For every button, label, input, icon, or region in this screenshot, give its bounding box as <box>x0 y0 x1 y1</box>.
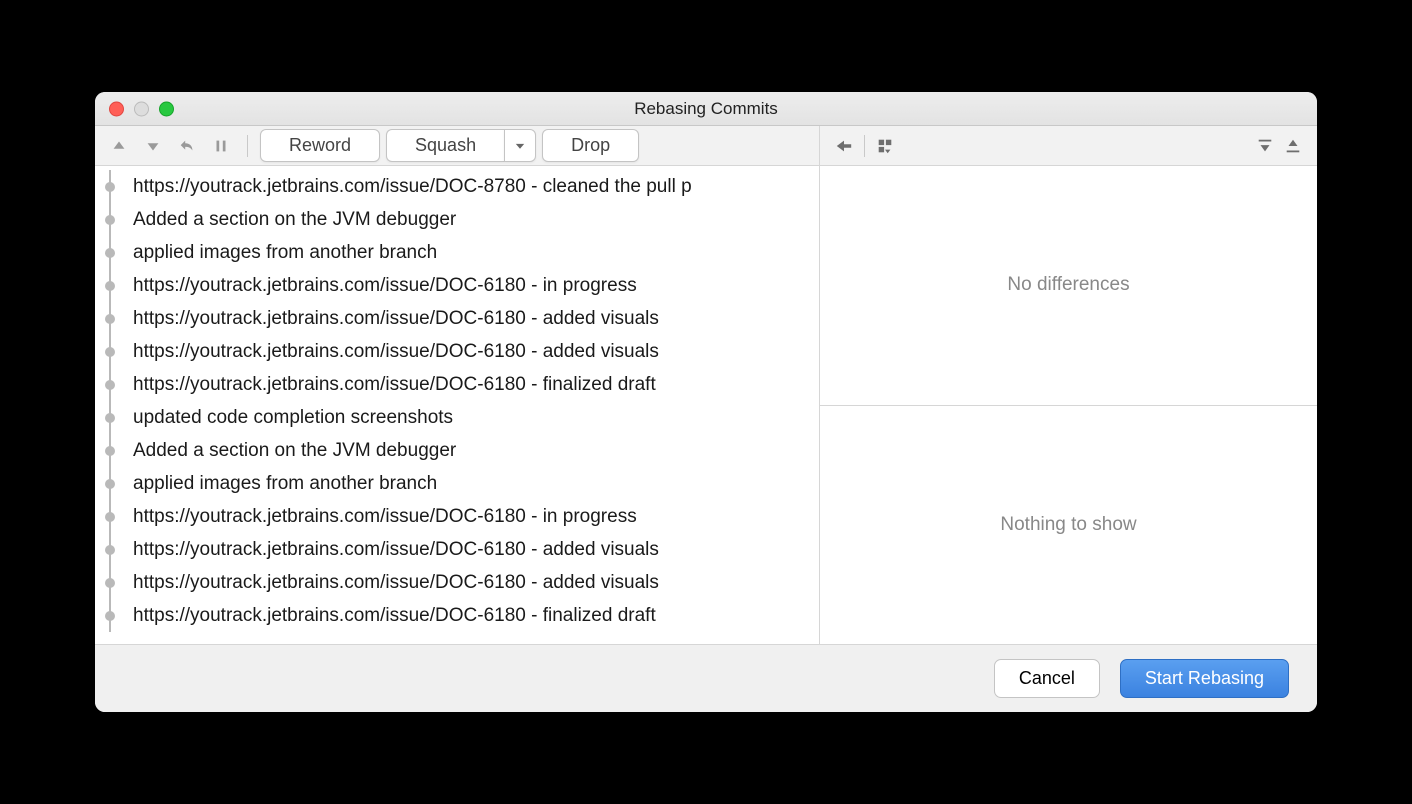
zoom-window-button[interactable] <box>159 101 174 116</box>
cancel-button[interactable]: Cancel <box>994 659 1100 698</box>
pause-icon[interactable] <box>207 132 235 160</box>
commit-message: applied images from another branch <box>125 236 437 269</box>
commit-node-icon <box>105 248 115 258</box>
commit-row[interactable]: applied images from another branch <box>95 467 819 500</box>
commit-node-gutter <box>95 269 125 302</box>
commit-row[interactable]: Added a section on the JVM debugger <box>95 203 819 236</box>
commit-node-gutter <box>95 236 125 269</box>
squash-dropdown-button[interactable] <box>504 129 536 162</box>
commit-message: Added a section on the JVM debugger <box>125 203 456 236</box>
commit-row[interactable]: applied images from another branch <box>95 236 819 269</box>
commit-node-icon <box>105 281 115 291</box>
commit-message: Added a section on the JVM debugger <box>125 434 456 467</box>
commit-node-gutter <box>95 434 125 467</box>
commit-node-icon <box>105 545 115 555</box>
commit-node-icon <box>105 182 115 192</box>
commit-node-gutter <box>95 467 125 500</box>
move-up-icon[interactable] <box>105 132 133 160</box>
commit-node-icon <box>105 512 115 522</box>
diff-bottom-message: Nothing to show <box>820 405 1317 645</box>
left-toolbar: Reword Squash Drop <box>95 126 819 166</box>
move-down-icon[interactable] <box>139 132 167 160</box>
commit-node-gutter <box>95 500 125 533</box>
undo-icon[interactable] <box>173 132 201 160</box>
commit-node-gutter <box>95 203 125 236</box>
window-title: Rebasing Commits <box>634 99 778 119</box>
commit-node-icon <box>105 314 115 324</box>
close-window-button[interactable] <box>109 101 124 116</box>
commit-node-icon <box>105 413 115 423</box>
commit-row[interactable]: https://youtrack.jetbrains.com/issue/DOC… <box>95 335 819 368</box>
diff-panel: No differences Nothing to show <box>819 166 1317 644</box>
commit-node-gutter <box>95 170 125 203</box>
commit-message: https://youtrack.jetbrains.com/issue/DOC… <box>125 533 659 566</box>
commit-message: https://youtrack.jetbrains.com/issue/DOC… <box>125 566 659 599</box>
commit-node-gutter <box>95 368 125 401</box>
commit-list-panel: https://youtrack.jetbrains.com/issue/DOC… <box>95 166 819 644</box>
commit-message: https://youtrack.jetbrains.com/issue/DOC… <box>125 500 637 533</box>
collapse-all-icon[interactable] <box>1279 132 1307 160</box>
commit-message: https://youtrack.jetbrains.com/issue/DOC… <box>125 368 656 401</box>
commit-row[interactable]: updated code completion screenshots <box>95 401 819 434</box>
commit-row[interactable]: https://youtrack.jetbrains.com/issue/DOC… <box>95 566 819 599</box>
commit-node-gutter <box>95 302 125 335</box>
right-toolbar <box>819 126 1317 166</box>
commit-message: applied images from another branch <box>125 467 437 500</box>
commit-message: https://youtrack.jetbrains.com/issue/DOC… <box>125 302 659 335</box>
commit-message: https://youtrack.jetbrains.com/issue/DOC… <box>125 335 659 368</box>
commit-node-icon <box>105 380 115 390</box>
commit-node-gutter <box>95 401 125 434</box>
squash-button[interactable]: Squash <box>386 129 504 162</box>
titlebar: Rebasing Commits <box>95 92 1317 126</box>
commit-node-icon <box>105 578 115 588</box>
commit-node-gutter <box>95 533 125 566</box>
commit-row[interactable]: https://youtrack.jetbrains.com/issue/DOC… <box>95 269 819 302</box>
commit-row[interactable]: https://youtrack.jetbrains.com/issue/DOC… <box>95 599 819 632</box>
commit-node-icon <box>105 215 115 225</box>
commit-row[interactable]: https://youtrack.jetbrains.com/issue/DOC… <box>95 500 819 533</box>
commit-message: https://youtrack.jetbrains.com/issue/DOC… <box>125 599 656 632</box>
commit-message: https://youtrack.jetbrains.com/issue/DOC… <box>125 269 637 302</box>
squash-button-group: Squash <box>386 129 536 162</box>
start-rebasing-button[interactable]: Start Rebasing <box>1120 659 1289 698</box>
commit-node-icon <box>105 479 115 489</box>
expand-all-icon[interactable] <box>1251 132 1279 160</box>
divider <box>247 135 248 157</box>
group-by-icon[interactable] <box>871 132 899 160</box>
dialog-footer: Cancel Start Rebasing <box>95 644 1317 712</box>
commit-row[interactable]: https://youtrack.jetbrains.com/issue/DOC… <box>95 533 819 566</box>
commit-node-icon <box>105 611 115 621</box>
commit-node-gutter <box>95 599 125 632</box>
reword-button[interactable]: Reword <box>260 129 380 162</box>
commit-node-icon <box>105 347 115 357</box>
commit-row[interactable]: https://youtrack.jetbrains.com/issue/DOC… <box>95 302 819 335</box>
commit-row[interactable]: Added a section on the JVM debugger <box>95 434 819 467</box>
open-diff-icon[interactable] <box>830 132 858 160</box>
commit-row[interactable]: https://youtrack.jetbrains.com/issue/DOC… <box>95 170 819 203</box>
diff-top-message: No differences <box>820 166 1317 405</box>
commit-node-icon <box>105 446 115 456</box>
traffic-lights <box>109 101 174 116</box>
divider <box>864 135 865 157</box>
commit-row[interactable]: https://youtrack.jetbrains.com/issue/DOC… <box>95 368 819 401</box>
commit-node-gutter <box>95 566 125 599</box>
commit-message: https://youtrack.jetbrains.com/issue/DOC… <box>125 170 692 203</box>
commit-message: updated code completion screenshots <box>125 401 453 434</box>
minimize-window-button[interactable] <box>134 101 149 116</box>
rebasing-commits-dialog: Rebasing Commits Reword Squas <box>95 92 1317 712</box>
drop-button[interactable]: Drop <box>542 129 639 162</box>
commit-node-gutter <box>95 335 125 368</box>
